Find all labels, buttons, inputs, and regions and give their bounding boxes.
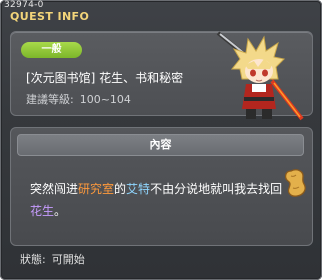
level-range: 100~104: [79, 93, 131, 106]
npc-portrait-icon: [216, 31, 304, 121]
content-header: 內容: [17, 134, 304, 156]
quest-description: 突然闯进研究室的艾特不由分说地就叫我去找回花生。: [30, 178, 285, 222]
quest-info-window: 32974-0 QUEST INFO 一般 [次元图书馆] 花生、书和秘密 建議…: [0, 0, 322, 280]
desc-text-1: 突然闯进: [30, 182, 79, 196]
desc-text-4: 。: [54, 204, 67, 218]
highlight-location: 研究室: [78, 182, 115, 196]
status-label: 狀態:: [20, 253, 46, 266]
quest-name: [次元图书馆] 花生、书和秘密: [26, 71, 184, 85]
quest-id: 32974-0: [4, 0, 44, 10]
level-requirement: 建議等級: 100~104: [26, 91, 131, 107]
status-value: 可開始: [51, 253, 85, 266]
highlight-npc: 艾特: [126, 182, 151, 196]
desc-text-2: 的: [114, 182, 127, 196]
quest-status: 狀態: 可開始: [20, 251, 85, 267]
highlight-item: 花生: [30, 204, 55, 218]
window-title: QUEST INFO: [10, 10, 90, 23]
quest-category-badge: 一般: [21, 42, 82, 58]
peanut-icon[interactable]: [282, 168, 310, 198]
level-label: 建議等級:: [26, 93, 74, 106]
desc-text-3: 不由分说地就叫我去找回: [150, 182, 283, 196]
